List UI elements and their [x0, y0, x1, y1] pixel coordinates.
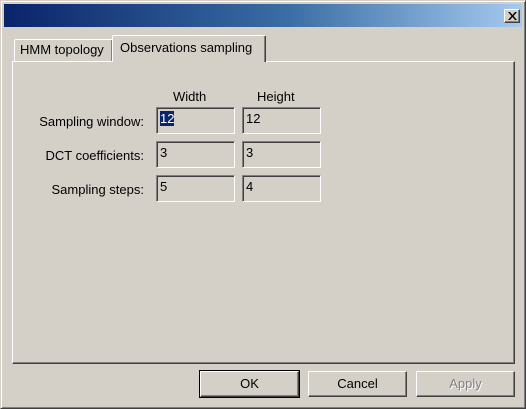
sampling-steps-width-input[interactable]: 5 [156, 175, 235, 202]
sampling-steps-height-value: 4 [246, 179, 254, 194]
sampling-window-width-input[interactable]: 12 [156, 107, 235, 134]
dct-coefficients-height-input[interactable]: 3 [242, 141, 321, 168]
dialog-window: HMM topology Observations sampling Width… [0, 0, 526, 409]
close-button[interactable] [504, 9, 520, 23]
close-icon [508, 12, 517, 20]
title-bar[interactable] [4, 4, 522, 27]
label-dct-coefficients: DCT coefficients: [45, 148, 144, 163]
dct-coefficients-width-value: 3 [160, 145, 168, 160]
column-header-height: Height [257, 89, 295, 104]
sampling-window-height-value: 12 [246, 111, 261, 126]
tab-hmm-topology-label: HMM topology [20, 42, 104, 57]
label-sampling-window: Sampling window: [39, 114, 144, 129]
ok-button[interactable]: OK [199, 370, 300, 398]
cancel-button[interactable]: Cancel [308, 371, 407, 397]
apply-button[interactable]: Apply [416, 371, 515, 397]
label-sampling-steps: Sampling steps: [51, 182, 145, 197]
sampling-window-width-value: 12 [160, 111, 175, 126]
column-header-width: Width [173, 89, 207, 104]
dct-coefficients-height-value: 3 [246, 145, 254, 160]
tab-observations-sampling[interactable]: Observations sampling [112, 35, 266, 62]
sampling-steps-height-input[interactable]: 4 [242, 175, 321, 202]
tab-observations-sampling-label: Observations sampling [120, 40, 253, 55]
sampling-steps-width-value: 5 [160, 179, 168, 194]
tab-hmm-topology[interactable]: HMM topology [14, 39, 113, 61]
dct-coefficients-width-input[interactable]: 3 [156, 141, 235, 168]
sampling-window-height-input[interactable]: 12 [242, 107, 321, 134]
